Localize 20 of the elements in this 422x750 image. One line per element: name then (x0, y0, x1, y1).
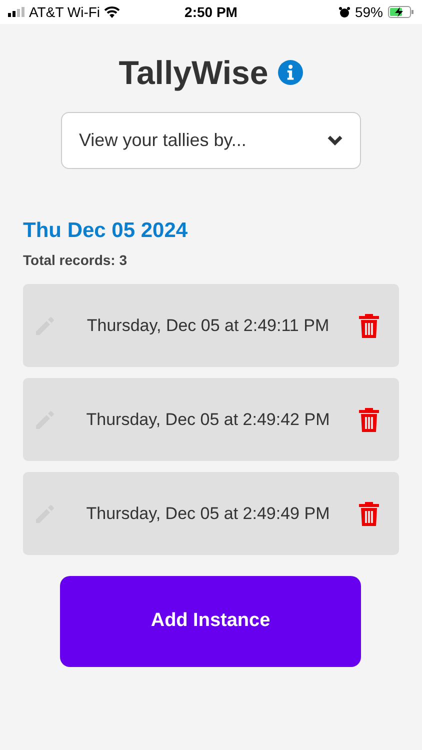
add-instance-button[interactable]: Add Instance (60, 576, 361, 667)
battery-charging-icon (388, 6, 414, 18)
trash-icon[interactable] (359, 408, 379, 432)
app-title: TallyWise (118, 53, 268, 93)
signal-icon (8, 7, 25, 17)
record-timestamp: Thursday, Dec 05 at 2:49:11 PM (86, 314, 330, 337)
record-timestamp: Thursday, Dec 05 at 2:49:42 PM (85, 408, 331, 431)
wifi-icon (104, 6, 120, 18)
view-dropdown[interactable]: View your tallies by... (61, 112, 361, 168)
trash-icon[interactable] (359, 314, 379, 338)
total-records: Total records: 3 (23, 251, 128, 270)
info-icon[interactable] (278, 60, 304, 86)
trash-icon[interactable] (359, 502, 379, 526)
battery-percent: 59% (354, 2, 383, 22)
alarm-icon (338, 6, 350, 18)
status-time: 2:50 PM (184, 2, 238, 22)
record-timestamp: Thursday, Dec 05 at 2:49:49 PM (85, 502, 331, 525)
chevron-down-icon (327, 134, 343, 146)
date-heading: Thu Dec 05 2024 (23, 218, 189, 244)
carrier-name: AT&T Wi-Fi (29, 2, 100, 22)
